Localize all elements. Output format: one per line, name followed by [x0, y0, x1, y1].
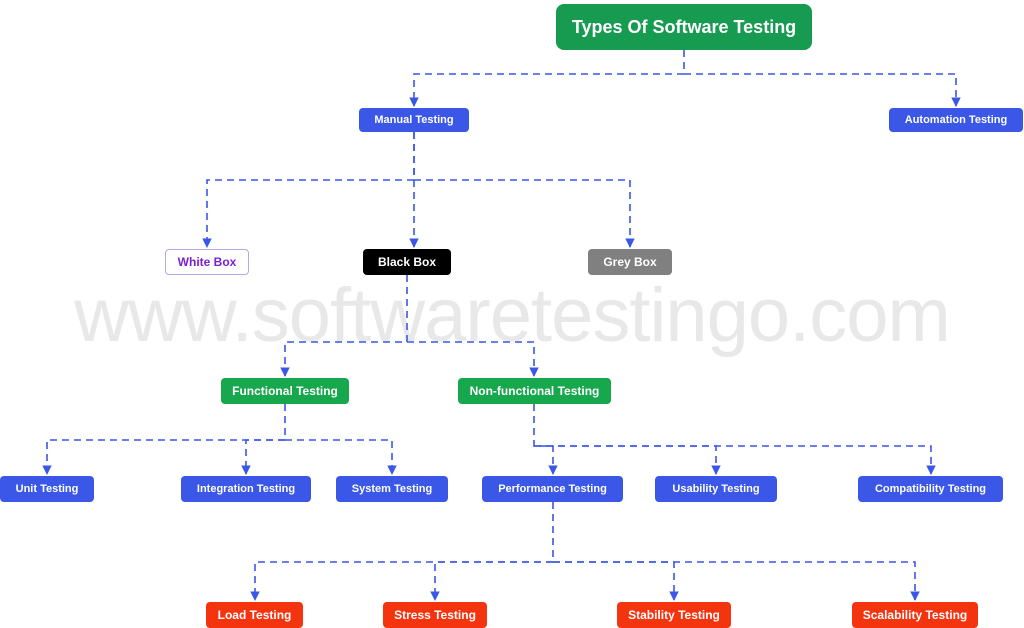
node-label: White Box: [177, 255, 237, 269]
node-label: Black Box: [377, 255, 437, 269]
edge-functional-unit: [42, 404, 286, 475]
node-types-of-software-testing[interactable]: Types Of Software Testing: [556, 4, 812, 50]
edge-nonfunctional-compatibility: [534, 445, 936, 475]
node-integration-testing[interactable]: Integration Testing: [181, 476, 311, 502]
node-label: Stability Testing: [628, 608, 720, 622]
edge-blackbox-functional: [280, 275, 408, 377]
node-label: Types Of Software Testing: [571, 16, 797, 37]
edge-root-automation: [684, 73, 961, 107]
node-label: Unit Testing: [15, 483, 79, 495]
node-label: System Testing: [351, 483, 433, 495]
edge-nonfunctional-performance: [533, 404, 558, 475]
node-label: Load Testing: [217, 608, 292, 622]
edge-performance-scalability: [553, 561, 920, 601]
node-label: Grey Box: [603, 255, 657, 269]
node-unit-testing[interactable]: Unit Testing: [0, 476, 94, 502]
edge-performance-load: [250, 502, 554, 601]
node-performance-testing[interactable]: Performance Testing: [482, 476, 623, 502]
node-label: Usability Testing: [672, 483, 760, 495]
node-scalability-testing[interactable]: Scalability Testing: [852, 602, 978, 628]
node-label: Manual Testing: [374, 114, 454, 126]
edge-functional-integration: [241, 439, 285, 475]
edge-root-manual: [409, 50, 685, 107]
node-label: Non-functional Testing: [469, 384, 600, 398]
edge-performance-stress: [430, 561, 553, 601]
node-compatibility-testing[interactable]: Compatibility Testing: [858, 476, 1003, 502]
edge-manual-whitebox: [202, 132, 415, 248]
node-black-box[interactable]: Black Box: [363, 249, 451, 275]
node-label: Performance Testing: [498, 483, 607, 495]
edge-functional-system: [285, 439, 397, 475]
node-system-testing[interactable]: System Testing: [336, 476, 448, 502]
node-label: Automation Testing: [904, 114, 1008, 126]
node-stability-testing[interactable]: Stability Testing: [617, 602, 731, 628]
node-load-testing[interactable]: Load Testing: [206, 602, 303, 628]
node-label: Scalability Testing: [862, 608, 968, 622]
edge-blackbox-nonfunctional: [407, 341, 539, 377]
node-label: Integration Testing: [196, 483, 296, 495]
node-stress-testing[interactable]: Stress Testing: [383, 602, 487, 628]
node-label: Functional Testing: [232, 384, 338, 398]
node-automation-testing[interactable]: Automation Testing: [889, 108, 1023, 132]
node-manual-testing[interactable]: Manual Testing: [359, 108, 469, 132]
node-label: Compatibility Testing: [874, 483, 987, 495]
diagram-canvas: www.softwaretestingo.com Types Of Softwa…: [0, 0, 1024, 628]
edge-nonfunctional-usability: [534, 445, 721, 475]
edge-manual-greybox: [414, 179, 635, 248]
node-white-box[interactable]: White Box: [165, 249, 249, 275]
node-label: Stress Testing: [394, 608, 476, 622]
node-usability-testing[interactable]: Usability Testing: [655, 476, 777, 502]
node-non-functional-testing[interactable]: Non-functional Testing: [458, 378, 611, 404]
node-functional-testing[interactable]: Functional Testing: [221, 378, 349, 404]
edge-performance-stability: [553, 561, 679, 601]
connector-layer: [42, 50, 961, 601]
node-grey-box[interactable]: Grey Box: [588, 249, 672, 275]
